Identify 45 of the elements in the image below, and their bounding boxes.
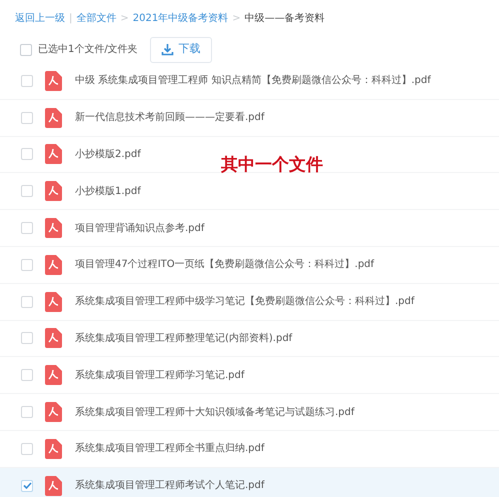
pdf-file-icon xyxy=(45,218,62,238)
file-name[interactable]: 小抄模版1.pdf xyxy=(75,184,141,199)
file-checkbox[interactable] xyxy=(21,258,33,271)
file-name[interactable]: 系统集成项目管理工程师考试个人笔记.pdf xyxy=(75,478,264,494)
pdf-file-icon xyxy=(45,328,62,348)
pdf-file-icon xyxy=(45,438,62,459)
file-name[interactable]: 中级 系统集成项目管理工程师 知识点精简【免费刷题微信公众号：科科过】.pdf xyxy=(75,73,431,88)
file-name[interactable]: 项目管理背诵知识点参考.pdf xyxy=(75,220,204,236)
pdf-file-icon xyxy=(45,292,62,312)
pdf-file-icon xyxy=(45,476,62,496)
file-checkbox[interactable] xyxy=(21,406,33,418)
pdf-file-icon xyxy=(45,144,62,164)
pdf-file-icon xyxy=(45,108,62,128)
selection-count: 已选中1个文件/文件夹 xyxy=(38,42,138,57)
file-name[interactable]: 系统集成项目管理工程师学习笔记.pdf xyxy=(75,368,244,383)
file-checkbox[interactable] xyxy=(21,296,33,308)
current-folder: 中级——备考资料 xyxy=(244,12,325,26)
file-checkbox[interactable] xyxy=(21,74,33,87)
select-all-checkbox[interactable] xyxy=(20,44,32,56)
file-name[interactable]: 系统集成项目管理工程师整理笔记(内部资料).pdf xyxy=(75,330,292,346)
file-name[interactable]: 系统集成项目管理工程师全书重点归纳.pdf xyxy=(75,441,264,456)
file-name[interactable]: 项目管理47个过程ITO一页纸【免费刷题微信公众号：科科过】.pdf xyxy=(75,257,374,272)
file-name[interactable]: 新一代信息技术考前回顾———定要看.pdf xyxy=(75,110,264,126)
file-name[interactable]: 系统集成项目管理工程师中级学习笔记【免费刷题微信公众号：科科过】.pdf xyxy=(75,294,414,310)
breadcrumb-separator: | xyxy=(69,12,72,26)
pdf-file-icon xyxy=(45,181,62,202)
file-checkbox[interactable] xyxy=(21,442,33,455)
file-name[interactable]: 系统集成项目管理工程师十大知识领域备考笔记与试题练习.pdf xyxy=(75,404,354,420)
pdf-file-icon xyxy=(45,70,62,91)
annotation-text: 其中一个文件 xyxy=(221,154,323,177)
breadcrumb-separator: > xyxy=(232,12,241,26)
pdf-file-icon xyxy=(45,365,62,386)
pdf-file-icon xyxy=(45,254,62,275)
file-name[interactable]: 小抄模版2.pdf xyxy=(75,146,141,162)
file-checkbox[interactable] xyxy=(21,222,33,234)
download-icon xyxy=(160,43,174,56)
breadcrumb-separator: > xyxy=(120,12,129,26)
file-checkbox[interactable] xyxy=(21,148,33,160)
file-checkbox[interactable] xyxy=(21,185,33,198)
file-checkbox[interactable] xyxy=(21,332,33,344)
file-checkbox[interactable] xyxy=(21,480,33,492)
breadcrumb-link[interactable]: 2021年中级备考资料 xyxy=(132,10,228,26)
file-checkbox[interactable] xyxy=(21,112,33,124)
pdf-file-icon xyxy=(45,402,62,422)
file-checkbox[interactable] xyxy=(21,369,33,382)
